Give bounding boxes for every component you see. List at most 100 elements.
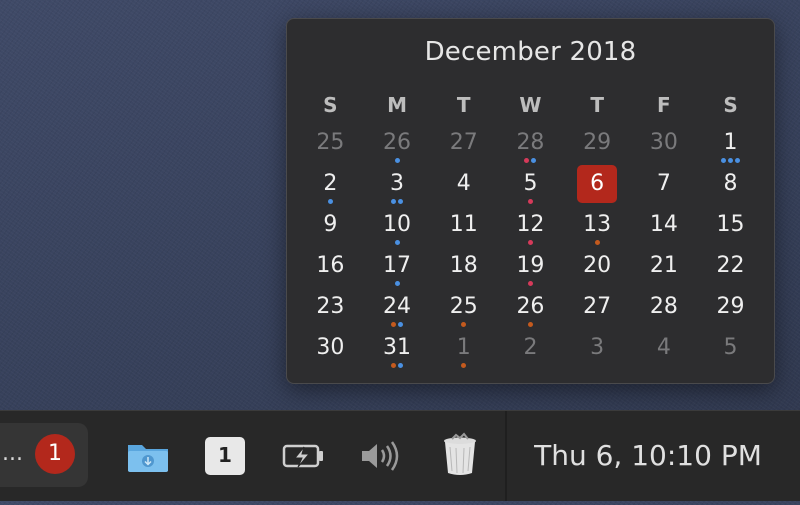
calendar-day[interactable]: 18 bbox=[430, 250, 497, 291]
event-dots bbox=[497, 281, 564, 287]
calendar-day[interactable]: 2 bbox=[297, 168, 364, 209]
event-dot-blue bbox=[735, 158, 741, 163]
day-number: 15 bbox=[716, 212, 745, 237]
calendar-day[interactable]: 17 bbox=[364, 250, 431, 291]
day-number: 3 bbox=[390, 171, 405, 196]
calendar-day[interactable]: 23 bbox=[297, 291, 364, 332]
calendar-day[interactable]: 16 bbox=[297, 250, 364, 291]
overflow-ellipsis: ... bbox=[2, 441, 23, 466]
event-dot-orange bbox=[461, 363, 467, 368]
day-number: 14 bbox=[649, 212, 678, 237]
calendar-day[interactable]: 21 bbox=[631, 250, 698, 291]
notification-badge: 1 bbox=[35, 434, 75, 474]
event-dot-blue bbox=[721, 158, 727, 163]
calendar-day[interactable]: 20 bbox=[564, 250, 631, 291]
calendar-day[interactable]: 27 bbox=[430, 127, 497, 168]
calendar-day[interactable]: 25 bbox=[297, 127, 364, 168]
calendar-day-grid: 25 26 27 28 29 30 1 2 3 4 5 6 7 8 9 10 11 12 13 14 15 16 17 18 1… bbox=[297, 127, 764, 377]
calendar-day[interactable]: 13 bbox=[564, 209, 631, 250]
battery-charging-icon bbox=[282, 444, 323, 468]
day-number: 11 bbox=[449, 212, 478, 237]
day-number: 10 bbox=[383, 212, 412, 237]
calendar-day[interactable]: 29 bbox=[697, 291, 764, 332]
volume-button[interactable] bbox=[352, 411, 412, 501]
downloads-folder-button[interactable] bbox=[118, 411, 178, 501]
event-dot-orange bbox=[527, 322, 533, 327]
day-number: 16 bbox=[316, 253, 345, 278]
volume-icon bbox=[362, 441, 399, 471]
day-number: 22 bbox=[716, 253, 745, 278]
day-number: 18 bbox=[449, 253, 478, 278]
clock[interactable]: Thu 6, 10:10 PM bbox=[520, 439, 776, 472]
weekday-header: S M T W T F S bbox=[297, 93, 764, 119]
calendar-popup: December 2018 S M T W T F S 25 26 27 28 29 30… bbox=[286, 18, 775, 384]
calendar-day[interactable]: 8 bbox=[697, 168, 764, 209]
calendar-day[interactable]: 4 bbox=[631, 332, 698, 373]
day-number: 1 bbox=[456, 335, 471, 360]
event-dot-blue bbox=[398, 322, 404, 327]
day-number: 30 bbox=[649, 130, 678, 155]
calendar-day[interactable]: 3 bbox=[564, 332, 631, 373]
event-dot-blue bbox=[327, 199, 333, 204]
event-dot-orange bbox=[461, 322, 467, 327]
calendar-day[interactable]: 9 bbox=[297, 209, 364, 250]
event-dots bbox=[364, 199, 431, 205]
calendar-day[interactable]: 3 bbox=[364, 168, 431, 209]
day-number: 2 bbox=[323, 171, 338, 196]
event-dot-blue bbox=[394, 240, 400, 245]
day-number: 26 bbox=[516, 294, 545, 319]
calendar-day[interactable]: 5 bbox=[697, 332, 764, 373]
calendar-day[interactable]: 1 bbox=[430, 332, 497, 373]
calendar-day[interactable]: 26 bbox=[497, 291, 564, 332]
calendar-day[interactable]: 19 bbox=[497, 250, 564, 291]
calendar-day[interactable]: 15 bbox=[697, 209, 764, 250]
calendar-day[interactable]: 26 bbox=[364, 127, 431, 168]
calendar-day[interactable]: 22 bbox=[697, 250, 764, 291]
calendar-day[interactable]: 29 bbox=[564, 127, 631, 168]
notification-pill[interactable]: ... 1 bbox=[0, 423, 88, 487]
calendar-day[interactable]: 28 bbox=[631, 291, 698, 332]
calendar-day[interactable]: 7 bbox=[631, 168, 698, 209]
day-number: 4 bbox=[456, 171, 471, 196]
day-number: 1 bbox=[723, 130, 738, 155]
calendar-day[interactable]: 4 bbox=[430, 168, 497, 209]
calendar-day[interactable]: 11 bbox=[430, 209, 497, 250]
day-number: 28 bbox=[516, 130, 545, 155]
day-number: 23 bbox=[316, 294, 345, 319]
event-dot-red bbox=[527, 240, 533, 245]
weekday-sun: S bbox=[323, 93, 338, 117]
day-number: 30 bbox=[316, 335, 345, 360]
calendar-day[interactable]: 28 bbox=[497, 127, 564, 168]
calendar-day[interactable]: 5 bbox=[497, 168, 564, 209]
battery-status-button[interactable] bbox=[273, 411, 333, 501]
calendar-day[interactable]: 1 bbox=[697, 127, 764, 168]
calendar-day[interactable]: 31 bbox=[364, 332, 431, 373]
day-number: 25 bbox=[449, 294, 478, 319]
calendar-day[interactable]: 30 bbox=[631, 127, 698, 168]
weekday-sat: S bbox=[723, 93, 738, 117]
calendar-day-today[interactable]: 6 bbox=[564, 165, 631, 209]
calendar-day[interactable]: 2 bbox=[497, 332, 564, 373]
event-dots bbox=[497, 158, 564, 164]
day-number: 12 bbox=[516, 212, 545, 237]
workspace-switcher-button[interactable]: 1 bbox=[195, 411, 255, 501]
day-number: 5 bbox=[723, 335, 738, 360]
calendar-day[interactable]: 24 bbox=[364, 291, 431, 332]
trash-button[interactable] bbox=[430, 411, 490, 501]
dock-separator bbox=[505, 411, 507, 501]
event-dot-blue bbox=[394, 281, 400, 286]
calendar-day[interactable]: 25 bbox=[430, 291, 497, 332]
calendar-day[interactable]: 14 bbox=[631, 209, 698, 250]
event-dot-blue bbox=[728, 158, 734, 163]
calendar-day[interactable]: 27 bbox=[564, 291, 631, 332]
day-number: 28 bbox=[649, 294, 678, 319]
event-dot-red bbox=[527, 199, 533, 204]
calendar-day[interactable]: 10 bbox=[364, 209, 431, 250]
event-dots bbox=[297, 199, 364, 205]
event-dots bbox=[430, 322, 497, 328]
calendar-month-title: December 2018 bbox=[424, 37, 637, 67]
calendar-day[interactable]: 12 bbox=[497, 209, 564, 250]
dock-bar: ... 1 1 Thu 6, 10:10 PM bbox=[0, 410, 800, 501]
day-number: 29 bbox=[583, 130, 612, 155]
calendar-day[interactable]: 30 bbox=[297, 332, 364, 373]
